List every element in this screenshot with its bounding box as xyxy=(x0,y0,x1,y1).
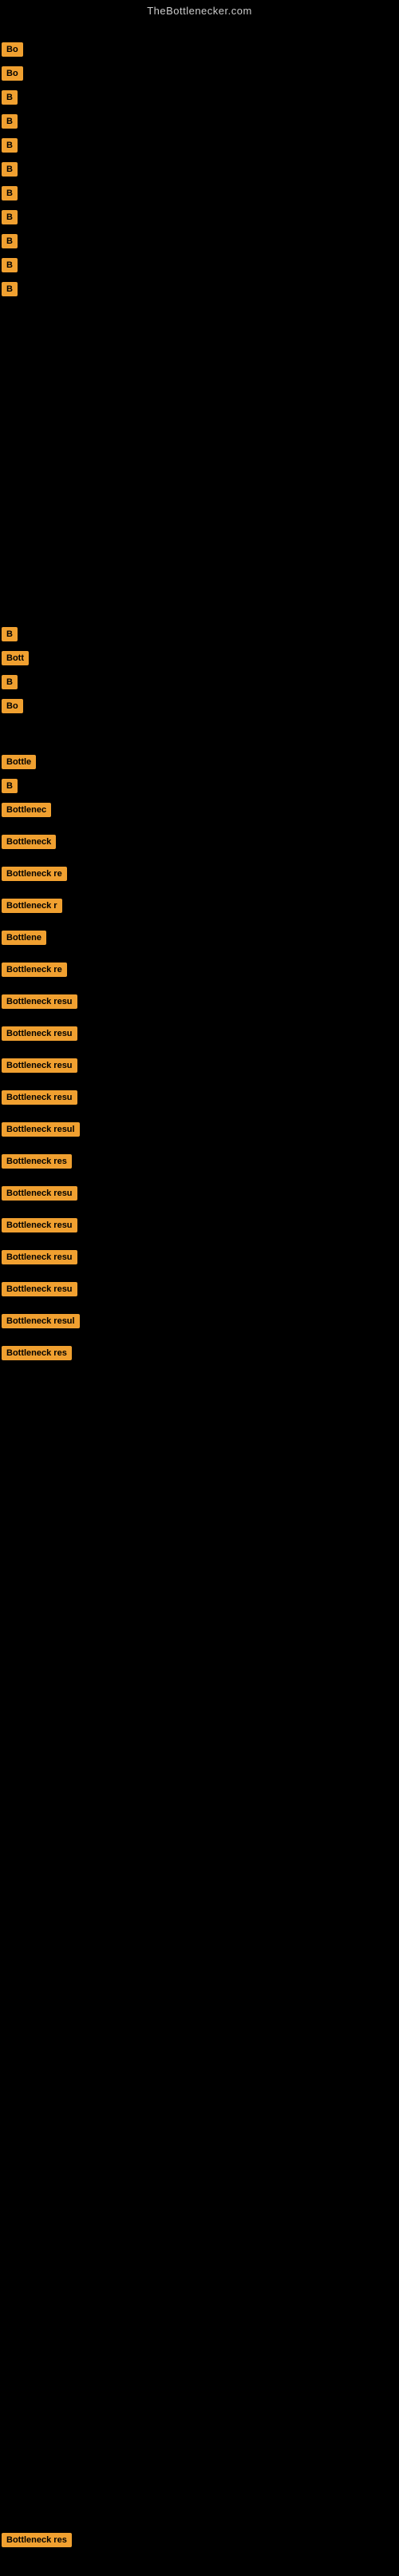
badge-b23: Bottleneck re xyxy=(2,963,67,977)
badge-b3: B xyxy=(2,90,18,105)
badge-b19: Bottleneck xyxy=(2,835,56,849)
badge-b9: B xyxy=(2,234,18,248)
badge-b20: Bottleneck re xyxy=(2,867,67,881)
badge-b24: Bottleneck resu xyxy=(2,994,77,1009)
badge-b17: B xyxy=(2,779,18,793)
badge-b16: Bottle xyxy=(2,755,36,769)
badge-b13: Bott xyxy=(2,651,29,665)
badge-b14: B xyxy=(2,675,18,689)
badge-b34: Bottleneck resul xyxy=(2,1314,80,1328)
badge-b12: B xyxy=(2,627,18,641)
badge-b30: Bottleneck resu xyxy=(2,1186,77,1201)
badge-b21: Bottleneck r xyxy=(2,899,62,913)
badge-b26: Bottleneck resu xyxy=(2,1058,77,1073)
site-title: TheBottlenecker.com xyxy=(0,0,399,20)
badge-b8: B xyxy=(2,210,18,224)
badge-b35: Bottleneck res xyxy=(2,1346,72,1360)
badge-b29: Bottleneck res xyxy=(2,1154,72,1169)
badge-b10: B xyxy=(2,258,18,272)
badge-b36: Bottleneck res xyxy=(2,2533,72,2547)
badge-b25: Bottleneck resu xyxy=(2,1026,77,1041)
badge-b4: B xyxy=(2,114,18,129)
badge-b6: B xyxy=(2,162,18,177)
badge-b27: Bottleneck resu xyxy=(2,1090,77,1105)
badge-b15: Bo xyxy=(2,699,23,713)
badge-b2: Bo xyxy=(2,66,23,81)
badge-b18: Bottlenec xyxy=(2,803,51,817)
badge-b28: Bottleneck resul xyxy=(2,1122,80,1137)
badge-b33: Bottleneck resu xyxy=(2,1282,77,1296)
badge-b22: Bottlene xyxy=(2,931,46,945)
badge-b11: B xyxy=(2,282,18,296)
badge-b31: Bottleneck resu xyxy=(2,1218,77,1232)
badge-b32: Bottleneck resu xyxy=(2,1250,77,1264)
badge-b5: B xyxy=(2,138,18,153)
badge-b1: Bo xyxy=(2,42,23,57)
badge-b7: B xyxy=(2,186,18,200)
